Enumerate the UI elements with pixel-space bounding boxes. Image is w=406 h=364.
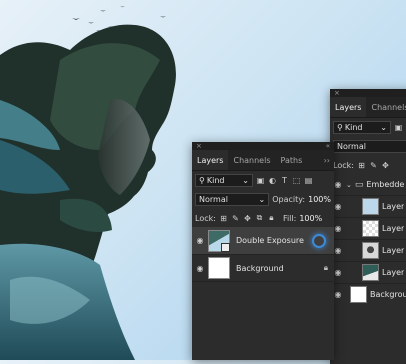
panel-grip[interactable]: × « (192, 142, 334, 150)
opacity-label: Opacity: (272, 195, 306, 204)
tab-layers[interactable]: Layers (330, 97, 367, 117)
type-filter-icon[interactable]: T (280, 176, 289, 185)
opacity-value[interactable]: 100% (308, 195, 331, 204)
layer-name: Layer (382, 246, 405, 255)
blend-mode-value: Normal (337, 142, 366, 151)
eye-icon[interactable]: ◉ (195, 264, 205, 273)
filter-kind-label: Kind (206, 176, 225, 185)
close-icon[interactable]: × (334, 89, 340, 97)
fill-label: Fill: (282, 213, 297, 223)
cursor-highlight-icon (312, 233, 326, 248)
panel-menu-icon[interactable]: ›› (320, 150, 334, 170)
filter-kind-select[interactable]: ⚲ Kind ⌄ (195, 174, 253, 187)
eye-icon[interactable]: ◉ (333, 268, 343, 277)
smart-object-filter-icon[interactable]: ▤ (304, 176, 313, 185)
layer-thumbnail (362, 242, 379, 259)
layer-name: Layer (382, 268, 405, 277)
layer-name: Layer (382, 224, 405, 233)
tab-channels[interactable]: Channels (228, 150, 275, 170)
layer-name: Background (236, 263, 284, 273)
group-row[interactable]: ◉ ⌄ ▭ Embedde (330, 174, 406, 196)
tab-paths[interactable]: Paths (276, 150, 308, 170)
filter-kind-select[interactable]: ⚲ Kind ⌄ (333, 121, 391, 134)
group-name: Embedde (366, 180, 405, 189)
tab-layers[interactable]: Layers (192, 150, 229, 170)
layer-row[interactable]: ◉ Layer (330, 196, 406, 218)
lock-artboard-icon[interactable]: ⧉ (255, 213, 264, 223)
folder-icon: ▭ (354, 179, 364, 190)
blend-row: Normal ⌄ Opacity: 100% (192, 190, 334, 209)
layer-row[interactable]: ◉ Layer (330, 218, 406, 240)
search-icon: ⚲ (199, 176, 205, 185)
layer-thumbnail (362, 220, 379, 237)
eye-icon[interactable]: ◉ (333, 202, 343, 211)
lock-icon: 🔒︎ (323, 263, 328, 272)
close-icon[interactable]: × (196, 142, 202, 150)
smart-object-icon (221, 242, 230, 252)
layer-thumbnail (350, 286, 367, 303)
layer-row-background[interactable]: ◉ Background 🔒︎ (192, 255, 334, 282)
lock-row: Lock: ⊞ ✎ ✥ ⧉ 🔒︎ Fill: 100% (192, 209, 334, 227)
blend-row: Normal (330, 137, 406, 156)
layer-name: Layer (382, 202, 405, 211)
layer-name: Double Exposure (236, 236, 304, 245)
lock-paint-icon[interactable]: ✎ (369, 161, 378, 170)
lock-position-icon[interactable]: ✥ (243, 214, 252, 223)
layer-thumbnail (208, 229, 230, 252)
layer-row-double-exposure[interactable]: ◉ Double Exposure (192, 227, 334, 255)
back-layers-panel: × Layers Channels ⚲ Kind ⌄ ▣ Normal Lock… (330, 89, 406, 364)
layer-thumbnail (362, 198, 379, 215)
fill-value[interactable]: 100% (299, 214, 322, 223)
collapse-icon[interactable]: « (326, 142, 330, 150)
lock-label: Lock: (333, 160, 354, 170)
layer-row[interactable]: ◉ Layer (330, 240, 406, 262)
layer-thumbnail (362, 264, 379, 281)
tab-channels[interactable]: Channels (366, 97, 406, 117)
filter-kind-label: Kind (344, 123, 363, 132)
eye-icon[interactable]: ◉ (195, 236, 205, 245)
eye-icon[interactable]: ◉ (333, 180, 343, 189)
layer-thumbnail (208, 257, 230, 279)
filter-row: ⚲ Kind ⌄ ▣ ◐ T ⬚ ▤ (192, 171, 334, 190)
filter-row: ⚲ Kind ⌄ ▣ (330, 118, 406, 137)
panel-tabs: Layers Channels (330, 97, 406, 118)
lock-transparent-icon[interactable]: ⊞ (219, 214, 228, 223)
lock-label: Lock: (195, 213, 216, 223)
panel-grip[interactable]: × (330, 89, 406, 97)
adjustment-filter-icon[interactable]: ◐ (268, 176, 277, 185)
chevron-down-icon: ⌄ (242, 176, 249, 185)
lock-row: Lock: ⊞ ✎ ✥ (330, 156, 406, 174)
lock-position-icon[interactable]: ✥ (381, 161, 390, 170)
shape-filter-icon[interactable]: ⬚ (292, 176, 301, 185)
blend-mode-select[interactable]: Normal (333, 140, 406, 153)
lock-all-icon[interactable]: 🔒︎ (267, 213, 276, 223)
blend-mode-select[interactable]: Normal ⌄ (195, 193, 270, 206)
eye-icon[interactable]: ◉ (333, 290, 343, 299)
eye-icon[interactable]: ◉ (333, 246, 343, 255)
layer-row[interactable]: ◉ Backgrou (330, 284, 406, 305)
layer-name: Backgrou (370, 290, 406, 299)
chevron-down-icon: ⌄ (380, 123, 387, 132)
image-filter-icon[interactable]: ▣ (394, 123, 403, 132)
blend-mode-value: Normal (199, 195, 228, 204)
lock-paint-icon[interactable]: ✎ (231, 214, 240, 223)
chevron-down-icon[interactable]: ⌄ (346, 181, 352, 189)
eye-icon[interactable]: ◉ (333, 224, 343, 233)
search-icon: ⚲ (337, 123, 343, 132)
chevron-down-icon: ⌄ (258, 195, 266, 204)
panel-tabs: Layers Channels Paths ›› (192, 150, 334, 171)
image-filter-icon[interactable]: ▣ (256, 176, 265, 185)
layer-row[interactable]: ◉ Layer (330, 262, 406, 284)
lock-transparent-icon[interactable]: ⊞ (357, 161, 366, 170)
front-layers-panel: × « Layers Channels Paths ›› ⚲ Kind ⌄ ▣ … (192, 142, 334, 360)
